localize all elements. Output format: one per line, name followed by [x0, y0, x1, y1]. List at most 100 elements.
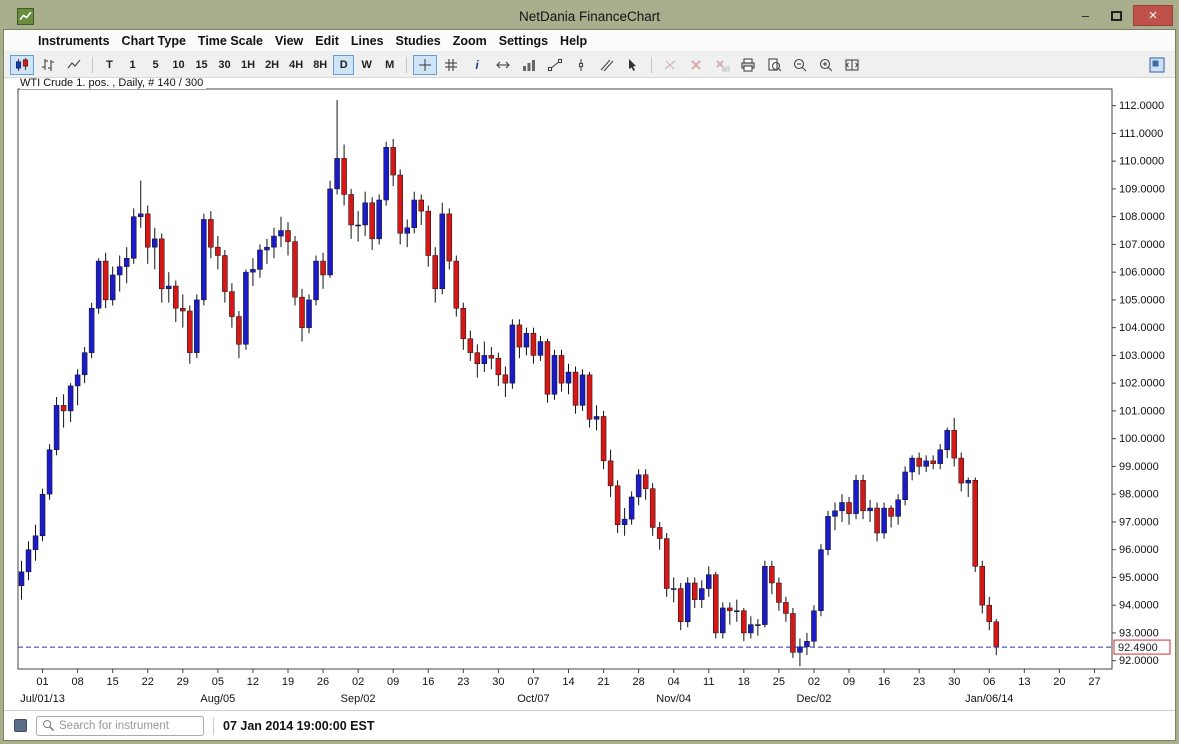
- menu-instruments[interactable]: Instruments: [32, 32, 116, 50]
- timescale-1min-button[interactable]: 1: [122, 55, 143, 75]
- chart-region[interactable]: WTI Crude 1. pos. , Daily, # 140 / 300 1…: [4, 78, 1175, 710]
- timescale-10min-button[interactable]: 10: [168, 55, 189, 75]
- status-datetime: 07 Jan 2014 19:00:00 EST: [223, 718, 375, 733]
- toolbar: T 1 5 10 15 30 1H 2H 4H 8H D W Mi all: [4, 52, 1175, 78]
- candle-up: [74, 374, 81, 387]
- sidebar-toggle-button[interactable]: [1145, 55, 1169, 75]
- vertical-line-button[interactable]: [569, 55, 593, 75]
- candle-up: [937, 449, 943, 464]
- y-axis-label: 92.0000: [1119, 655, 1159, 667]
- remove-line-icon: [664, 60, 676, 69]
- zoom-fit-button[interactable]: [840, 55, 864, 75]
- maximize-button[interactable]: [1102, 5, 1131, 26]
- channel-button[interactable]: [595, 55, 619, 75]
- timescale-daily-button[interactable]: D: [333, 54, 355, 75]
- trendline-button[interactable]: [543, 55, 567, 75]
- chart-type-bars-button[interactable]: [36, 55, 60, 75]
- x-axis-label: 16: [878, 676, 890, 688]
- menu-chart-type[interactable]: Chart Type: [116, 32, 192, 50]
- candle-up: [271, 235, 277, 248]
- candle-up: [278, 230, 284, 237]
- minimize-button[interactable]: –: [1071, 5, 1100, 26]
- status-separator: [213, 716, 214, 735]
- menu-studies[interactable]: Studies: [390, 32, 447, 50]
- volume-icon: [523, 59, 536, 71]
- search-input[interactable]: [59, 719, 198, 732]
- volume-button[interactable]: [517, 55, 541, 75]
- candle-up: [839, 502, 845, 512]
- timescale-8h-button[interactable]: 8H: [309, 55, 331, 75]
- toolbar-sep: [651, 56, 653, 73]
- candle-down: [229, 291, 235, 317]
- menu-view[interactable]: View: [269, 32, 309, 50]
- candle-down: [572, 371, 579, 406]
- y-axis-label: 107.0000: [1119, 239, 1165, 251]
- candle-down: [102, 260, 109, 301]
- timescale-weekly-button[interactable]: W: [356, 55, 377, 75]
- candle-up: [909, 457, 915, 473]
- delete-all-button[interactable]: all: [710, 55, 734, 75]
- toolbar-sep: [406, 56, 408, 73]
- x-axis-label: 25: [773, 676, 785, 688]
- menu-settings[interactable]: Settings: [493, 32, 554, 50]
- timescale-2h-button[interactable]: 2H: [261, 55, 283, 75]
- candle-down: [530, 332, 537, 356]
- timescale-monthly-button[interactable]: M: [379, 55, 400, 75]
- crosshair-button[interactable]: [413, 54, 438, 75]
- menu-help[interactable]: Help: [554, 32, 593, 50]
- candle-up: [81, 352, 88, 376]
- chart-type-candlestick-button[interactable]: [10, 54, 34, 75]
- menu-edit[interactable]: Edit: [309, 32, 345, 50]
- remove-line-button[interactable]: [658, 55, 682, 75]
- candle-down: [215, 246, 221, 256]
- candle-up: [109, 274, 116, 301]
- app-window: NetDania FinanceChart – × Instruments Cha…: [0, 0, 1179, 744]
- menu-lines[interactable]: Lines: [345, 32, 390, 50]
- x-axis-label: 09: [843, 676, 855, 688]
- candle-down: [986, 604, 993, 623]
- candle-up: [404, 227, 410, 234]
- info-button[interactable]: i: [465, 55, 489, 75]
- candle-down: [951, 430, 957, 459]
- timescale-15min-button[interactable]: 15: [191, 55, 212, 75]
- candle-down: [769, 566, 775, 584]
- candle-up: [327, 188, 333, 276]
- close-button[interactable]: ×: [1133, 5, 1173, 26]
- price-chart[interactable]: 112.0000 111.0000 110.0000 109.0000 108.0000…: [4, 78, 1175, 710]
- y-axis-label: 100.0000: [1119, 433, 1165, 445]
- zoom-in-button[interactable]: [814, 55, 838, 75]
- candle-down: [292, 241, 298, 298]
- candle-up: [32, 535, 39, 550]
- title-bar[interactable]: NetDania FinanceChart – ×: [3, 3, 1176, 29]
- candle-up: [699, 588, 705, 600]
- timescale-1h-button[interactable]: 1H: [237, 55, 259, 75]
- y-axis-label: 101.0000: [1119, 405, 1165, 417]
- chart-type-line-button[interactable]: [62, 55, 86, 75]
- print-preview-button[interactable]: [762, 55, 786, 75]
- timescale-5min-button[interactable]: 5: [145, 55, 166, 75]
- close-icon: ×: [1148, 7, 1158, 24]
- candle-down: [390, 147, 396, 176]
- candle-up: [867, 507, 873, 512]
- candle-up: [537, 341, 544, 356]
- status-bar: 07 Jan 2014 19:00:00 EST: [4, 710, 1175, 740]
- candle-down: [236, 316, 242, 345]
- candle-down: [208, 219, 214, 248]
- grid-button[interactable]: [439, 55, 463, 75]
- delete-selected-button[interactable]: [684, 55, 708, 75]
- candle-down: [993, 621, 1000, 648]
- candle-down: [727, 607, 733, 611]
- candle-down: [418, 199, 424, 212]
- zoom-out-button[interactable]: [788, 55, 812, 75]
- timescale-tick-button[interactable]: T: [99, 55, 120, 75]
- candle-down: [348, 194, 354, 226]
- timescale-4h-button[interactable]: 4H: [285, 55, 307, 75]
- timescale-30min-button[interactable]: 30: [214, 55, 235, 75]
- pointer-button[interactable]: [621, 55, 645, 75]
- print-button[interactable]: [736, 55, 760, 75]
- plot-area[interactable]: [17, 88, 1113, 670]
- menu-time-scale[interactable]: Time Scale: [192, 32, 269, 50]
- menu-zoom[interactable]: Zoom: [447, 32, 493, 50]
- scale-horizontal-button[interactable]: [491, 55, 515, 75]
- instrument-search-box[interactable]: [36, 715, 204, 736]
